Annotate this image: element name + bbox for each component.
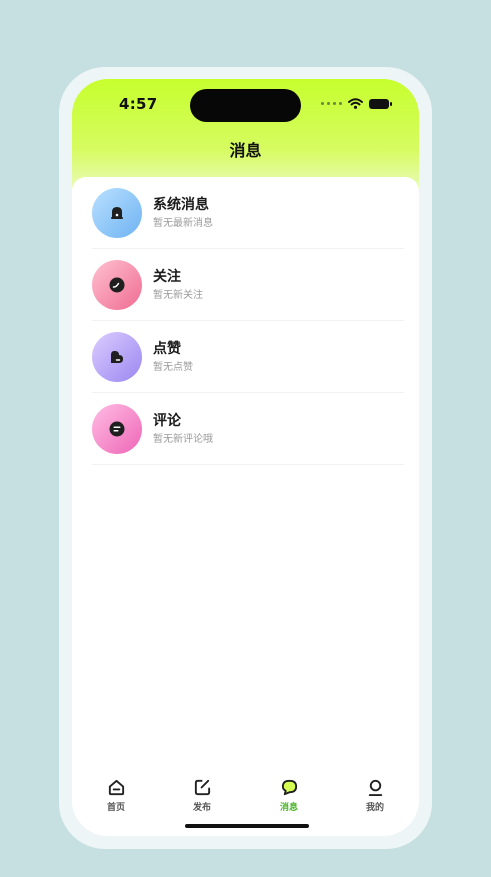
tab-profile[interactable]: 我的	[345, 778, 405, 813]
tab-label: 消息	[279, 803, 298, 813]
wifi-icon	[348, 98, 363, 109]
message-icon	[281, 779, 297, 796]
comment-icon	[109, 421, 125, 436]
app-screen: 4:57 消息 系统消息 暂无最新消息 关注 暂无新关注 点赞 暂无点赞 评论 …	[72, 79, 419, 836]
bell-icon	[111, 206, 123, 219]
battery-icon	[369, 98, 392, 109]
message-item-system[interactable]: 系统消息 暂无最新消息	[92, 177, 404, 249]
home-indicator[interactable]	[185, 824, 309, 828]
message-title: 评论	[153, 412, 181, 429]
message-card: 系统消息 暂无最新消息 关注 暂无新关注 点赞 暂无点赞 评论 暂无新评论哦	[72, 177, 419, 836]
follow-icon	[109, 277, 125, 292]
message-list: 系统消息 暂无最新消息 关注 暂无新关注 点赞 暂无点赞 评论 暂无新评论哦	[92, 177, 404, 465]
comment-avatar	[92, 403, 142, 454]
heart-icon	[111, 350, 123, 363]
message-item-like[interactable]: 点赞 暂无点赞	[92, 321, 404, 393]
message-item-comment[interactable]: 评论 暂无新评论哦	[92, 393, 404, 465]
message-subtitle: 暂无点赞	[153, 361, 193, 373]
tab-label: 发布	[192, 803, 211, 813]
signal-icon	[321, 102, 342, 105]
status-indicators	[321, 98, 392, 109]
tab-messages[interactable]: 消息	[259, 778, 319, 813]
tab-publish[interactable]: 发布	[172, 778, 232, 813]
publish-icon	[194, 779, 210, 796]
tab-home[interactable]: 首页	[86, 778, 146, 813]
system-avatar	[92, 187, 142, 238]
dynamic-island	[190, 89, 301, 122]
message-item-follow[interactable]: 关注 暂无新关注	[92, 249, 404, 321]
bottom-tab-bar: 首页 发布 消息 我的	[72, 768, 419, 836]
message-title: 点赞	[153, 340, 181, 357]
tab-label: 首页	[106, 803, 125, 813]
home-icon	[108, 779, 124, 796]
follow-avatar	[92, 259, 142, 310]
message-title: 系统消息	[153, 196, 209, 213]
profile-icon	[368, 779, 382, 797]
message-subtitle: 暂无新关注	[153, 289, 203, 301]
status-time: 4:57	[119, 95, 158, 113]
page-title: 消息	[229, 141, 262, 160]
message-title: 关注	[153, 268, 181, 285]
message-subtitle: 暂无最新消息	[153, 217, 213, 229]
message-subtitle: 暂无新评论哦	[153, 433, 213, 445]
like-avatar	[92, 331, 142, 382]
tab-label: 我的	[365, 803, 384, 813]
